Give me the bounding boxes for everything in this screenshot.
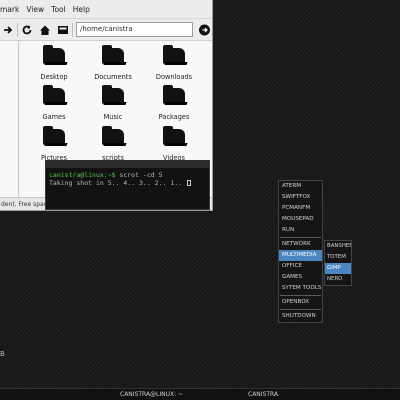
folder-downloads[interactable]: Downloads	[144, 45, 204, 88]
terminal-output-line: Taking shot in 5.. 4.. 3.. 2.. 1..	[49, 179, 206, 187]
folder-icon	[163, 85, 185, 104]
folder-label: Downloads	[155, 73, 193, 81]
taskbar-item-files[interactable]: CANISTRA	[248, 389, 278, 400]
folder-label: Desktop	[40, 73, 68, 81]
folder-music[interactable]: Music	[83, 85, 143, 128]
folder-label: Packages	[158, 113, 190, 121]
menu-item-shutdown[interactable]: SHUTDOWN	[279, 311, 322, 322]
folder-label: Music	[103, 113, 123, 121]
menu-item-games[interactable]: GAMES	[279, 272, 322, 283]
folder-documents[interactable]: Documents	[83, 45, 143, 88]
folder-icon	[163, 126, 185, 145]
forward-icon[interactable]	[1, 23, 15, 37]
folder-label: Documents	[94, 73, 132, 81]
toolbar: /home/canistra	[0, 19, 212, 41]
drive-icon[interactable]	[56, 23, 70, 37]
folder-icon	[102, 85, 124, 104]
terminal-output: Taking shot in 5.. 4.. 3.. 2.. 1..	[49, 179, 186, 187]
home-icon[interactable]	[38, 23, 52, 37]
terminal-command: scrot -cd 5	[115, 171, 163, 179]
menu-tool[interactable]: Tool	[51, 5, 66, 14]
folder-icon	[43, 126, 65, 145]
menu-item-gimp[interactable]: GIMP	[325, 263, 351, 274]
menu-separator	[280, 237, 321, 238]
folder-desktop[interactable]: Desktop	[24, 45, 84, 88]
menu-separator	[280, 295, 321, 296]
menu-item-openbox[interactable]: OPENBOX	[279, 297, 322, 308]
location-input[interactable]: /home/canistra	[76, 22, 193, 37]
folder-icon	[102, 126, 124, 145]
menu-view[interactable]: View	[26, 5, 44, 14]
go-icon[interactable]	[198, 22, 211, 36]
menu-bar: mark View Tool Help	[0, 0, 212, 19]
reload-icon[interactable]	[20, 23, 34, 37]
desktop-edge-label: B	[0, 350, 5, 358]
terminal-prompt: canistra@linux:~$	[49, 171, 116, 179]
folder-icon	[163, 45, 185, 64]
folder-packages[interactable]: Packages	[144, 85, 204, 128]
menu-item-network[interactable]: NETWORK	[279, 239, 322, 250]
toolbar-separator	[17, 23, 18, 37]
openbox-root-menu: ATERM SWIFTFOX PCMANFM MOUSEPAD RUN NETW…	[278, 180, 323, 323]
menu-item-system-tools[interactable]: SYTEM TOOLS	[279, 283, 322, 294]
folder-label: Games	[42, 113, 66, 121]
terminal-window[interactable]: canistra@linux:~$ scrot -cd 5 Taking sho…	[45, 160, 210, 210]
menu-item-banshee[interactable]: BANSHEE	[325, 241, 351, 252]
menu-item-run[interactable]: RUN	[279, 225, 322, 236]
menu-item-aterm[interactable]: ATERM	[279, 181, 322, 192]
menu-item-swiftfox[interactable]: SWIFTFOX	[279, 192, 322, 203]
menu-bookmarks[interactable]: mark	[0, 5, 19, 14]
menu-item-office[interactable]: OFFICE	[279, 261, 322, 272]
menu-separator	[280, 309, 321, 310]
menu-item-totem[interactable]: TOTEM	[325, 252, 351, 263]
toolbar-separator	[72, 23, 73, 37]
menu-item-mousepad[interactable]: MOUSEPAD	[279, 214, 322, 225]
menu-item-pcmanfm[interactable]: PCMANFM	[279, 203, 322, 214]
menu-help[interactable]: Help	[73, 5, 90, 14]
terminal-command-line: canistra@linux:~$ scrot -cd 5	[49, 171, 206, 179]
menu-item-multimedia[interactable]: MULTIMEDIA	[279, 250, 322, 261]
multimedia-submenu: BANSHEE TOTEM GIMP NERO	[324, 240, 352, 286]
menu-item-nero[interactable]: NERO	[325, 274, 351, 285]
folder-icon	[43, 45, 65, 64]
taskbar-item-terminal[interactable]: CANISTRA@LINUX: ~	[120, 389, 183, 400]
folder-games[interactable]: Games	[24, 85, 84, 128]
bottom-panel: CANISTRA@LINUX: ~ CANISTRA	[0, 388, 400, 400]
folder-icon	[43, 85, 65, 104]
terminal-cursor	[186, 180, 191, 186]
side-pane	[0, 41, 19, 197]
folder-icon	[102, 45, 124, 64]
